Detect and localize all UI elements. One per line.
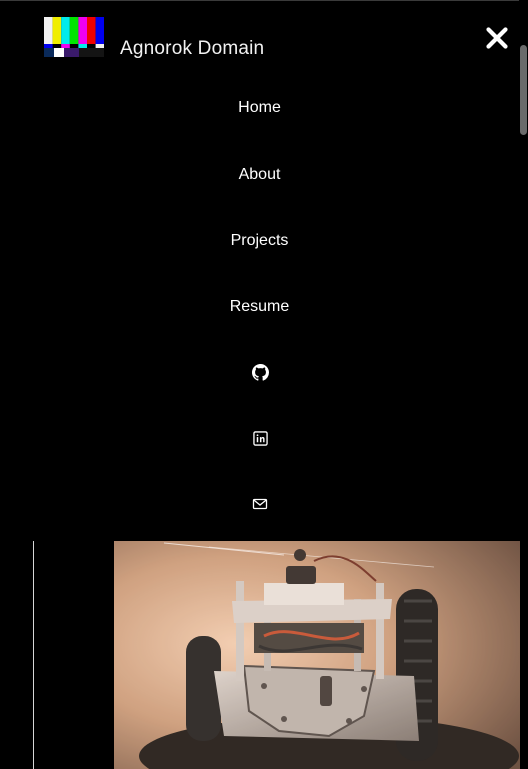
scrollbar-thumb[interactable] bbox=[520, 45, 527, 135]
color-bars-logo[interactable] bbox=[44, 17, 104, 57]
close-menu-button[interactable] bbox=[482, 22, 512, 54]
nav-projects[interactable]: Projects bbox=[0, 231, 519, 251]
nav-about[interactable]: About bbox=[0, 165, 519, 185]
github-icon bbox=[251, 363, 269, 381]
close-icon bbox=[486, 27, 508, 49]
nav-home[interactable]: Home bbox=[0, 98, 519, 118]
nav-mail-link[interactable] bbox=[251, 495, 269, 513]
top-border bbox=[0, 0, 528, 1]
robot-photo bbox=[114, 541, 520, 769]
mail-icon bbox=[252, 498, 268, 510]
nav-linkedin-link[interactable] bbox=[251, 429, 269, 447]
nav-resume[interactable]: Resume bbox=[0, 297, 519, 317]
nav-github-link[interactable] bbox=[251, 363, 269, 381]
content-divider bbox=[33, 541, 34, 769]
linkedin-icon bbox=[252, 430, 268, 446]
site-title[interactable]: Agnorok Domain bbox=[120, 38, 264, 60]
